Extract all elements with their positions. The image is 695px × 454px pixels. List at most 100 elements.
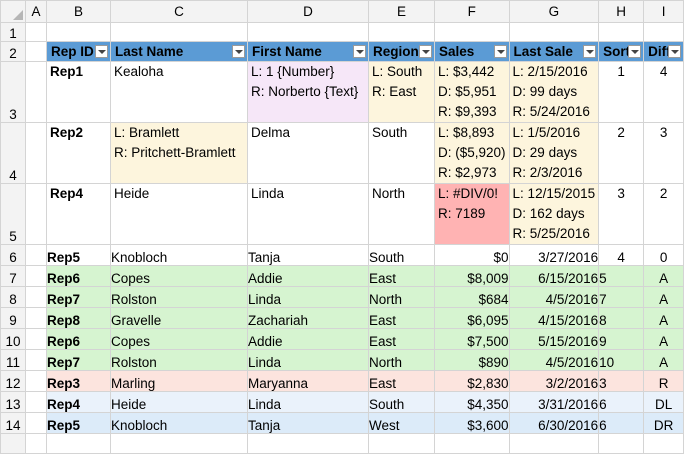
cell[interactable] — [25, 41, 47, 62]
col-header-b[interactable]: B — [46, 0, 111, 23]
sort-cell[interactable]: 6 — [598, 412, 645, 434]
col-header-e[interactable]: E — [368, 0, 435, 23]
cell[interactable] — [25, 22, 47, 42]
sales-cell[interactable]: $4,350 — [434, 391, 510, 413]
region-cell[interactable]: North — [368, 183, 435, 245]
sort-cell[interactable]: 3 — [598, 183, 645, 245]
cell[interactable] — [643, 22, 685, 42]
cell[interactable] — [598, 22, 645, 42]
cell[interactable] — [508, 433, 600, 454]
region-cell[interactable]: West — [368, 412, 435, 434]
row-header[interactable]: 3 — [0, 61, 26, 123]
diff-cell[interactable]: R — [643, 370, 685, 392]
first-name-cell[interactable]: Addie — [247, 265, 369, 287]
cell[interactable] — [434, 433, 510, 454]
row-header[interactable]: 1 — [0, 22, 26, 42]
region-cell[interactable]: L: South R: East — [368, 61, 435, 123]
last-sale-cell[interactable]: L: 1/5/2016 D: 29 days R: 2/3/2016 — [508, 122, 600, 184]
first-name-cell[interactable]: Linda — [247, 183, 369, 245]
rep-id-cell[interactable]: Rep2 — [46, 122, 111, 184]
sort-cell[interactable]: 3 — [598, 370, 645, 392]
last-sale-cell[interactable]: 3/31/2016 — [508, 391, 600, 413]
last-name-cell[interactable]: Kealoha — [110, 61, 248, 123]
sales-cell[interactable]: $684 — [434, 286, 510, 308]
first-name-cell[interactable]: L: 1 {Number} R: Norberto {Text} — [247, 61, 369, 123]
sales-cell[interactable]: L: $8,893 D: ($5,920) R: $2,973 — [434, 122, 510, 184]
col-header-f[interactable]: F — [434, 0, 510, 23]
last-name-cell[interactable]: Marling — [110, 370, 248, 392]
table-header-rep-id[interactable]: Rep ID — [46, 41, 111, 62]
sales-cell[interactable]: $3,600 — [434, 412, 510, 434]
cell[interactable] — [598, 433, 645, 454]
table-header-sales[interactable]: Sales — [434, 41, 510, 62]
last-name-cell[interactable]: Rolston — [110, 286, 248, 308]
last-name-cell[interactable]: Heide — [110, 183, 248, 245]
col-header-g[interactable]: G — [508, 0, 600, 23]
diff-cell[interactable]: 2 — [643, 183, 685, 245]
cell[interactable] — [368, 433, 435, 454]
sales-cell[interactable]: $0 — [434, 244, 510, 266]
diff-cell[interactable]: A — [643, 265, 685, 287]
filter-dropdown-icon[interactable] — [232, 45, 245, 58]
first-name-cell[interactable]: Linda — [247, 286, 369, 308]
table-header-region[interactable]: Region — [368, 41, 435, 62]
cell[interactable] — [25, 349, 47, 371]
sort-cell[interactable]: 8 — [598, 307, 645, 329]
row-header[interactable]: 8 — [0, 286, 26, 308]
diff-cell[interactable]: DL — [643, 391, 685, 413]
region-cell[interactable]: North — [368, 349, 435, 371]
last-sale-cell[interactable]: L: 12/15/2015 D: 162 days R: 5/25/2016 — [508, 183, 600, 245]
region-cell[interactable]: East — [368, 370, 435, 392]
col-header-d[interactable]: D — [247, 0, 369, 23]
cell[interactable] — [25, 433, 47, 454]
rep-id-cell[interactable]: Rep7 — [46, 349, 111, 371]
first-name-cell[interactable]: Linda — [247, 349, 369, 371]
col-header-h[interactable]: H — [598, 0, 645, 23]
row-header[interactable]: 10 — [0, 328, 26, 350]
row-header[interactable] — [0, 433, 26, 454]
cell[interactable] — [25, 244, 47, 266]
cell[interactable] — [508, 22, 600, 42]
diff-cell[interactable]: A — [643, 349, 685, 371]
cell[interactable] — [25, 412, 47, 434]
col-header-i[interactable]: I — [643, 0, 685, 23]
rep-id-cell[interactable]: Rep3 — [46, 370, 111, 392]
last-name-cell[interactable]: L: Bramlett R: Pritchett-Bramlett — [110, 122, 248, 184]
table-header-last-name[interactable]: Last Name — [110, 41, 248, 62]
region-cell[interactable]: South — [368, 122, 435, 184]
table-header-first-name[interactable]: First Name — [247, 41, 369, 62]
first-name-cell[interactable]: Delma — [247, 122, 369, 184]
sort-cell[interactable]: 1 — [598, 61, 645, 123]
last-sale-cell[interactable]: 6/15/2016 — [508, 265, 600, 287]
sort-cell[interactable]: 10 — [598, 349, 645, 371]
cell[interactable] — [25, 391, 47, 413]
rep-id-cell[interactable]: Rep4 — [46, 391, 111, 413]
region-cell[interactable]: South — [368, 244, 435, 266]
region-cell[interactable]: East — [368, 265, 435, 287]
first-name-cell[interactable]: Linda — [247, 391, 369, 413]
rep-id-cell[interactable]: Rep8 — [46, 307, 111, 329]
filter-dropdown-icon[interactable] — [419, 45, 432, 58]
sales-cell[interactable]: L: $3,442 D: $5,951 R: $9,393 — [434, 61, 510, 123]
rep-id-cell[interactable]: Rep7 — [46, 286, 111, 308]
row-header[interactable]: 2 — [0, 41, 26, 62]
last-sale-cell[interactable]: 4/5/2016 — [508, 349, 600, 371]
last-sale-cell[interactable]: 4/5/2016 — [508, 286, 600, 308]
last-sale-cell[interactable]: L: 2/15/2016 D: 99 days R: 5/24/2016 — [508, 61, 600, 123]
row-header[interactable]: 4 — [0, 122, 26, 184]
cell[interactable] — [25, 370, 47, 392]
diff-cell[interactable]: 0 — [643, 244, 685, 266]
rep-id-cell[interactable]: Rep1 — [46, 61, 111, 123]
last-sale-cell[interactable]: 4/15/2016 — [508, 307, 600, 329]
diff-cell[interactable]: A — [643, 307, 685, 329]
col-header-a[interactable]: A — [25, 0, 47, 23]
last-name-cell[interactable]: Knobloch — [110, 244, 248, 266]
cell[interactable] — [25, 328, 47, 350]
rep-id-cell[interactable]: Rep6 — [46, 265, 111, 287]
sort-cell[interactable]: 2 — [598, 122, 645, 184]
region-cell[interactable]: South — [368, 391, 435, 413]
sort-cell[interactable]: 5 — [598, 265, 645, 287]
cell[interactable] — [25, 265, 47, 287]
row-header[interactable]: 9 — [0, 307, 26, 329]
first-name-cell[interactable]: Tanja — [247, 244, 369, 266]
